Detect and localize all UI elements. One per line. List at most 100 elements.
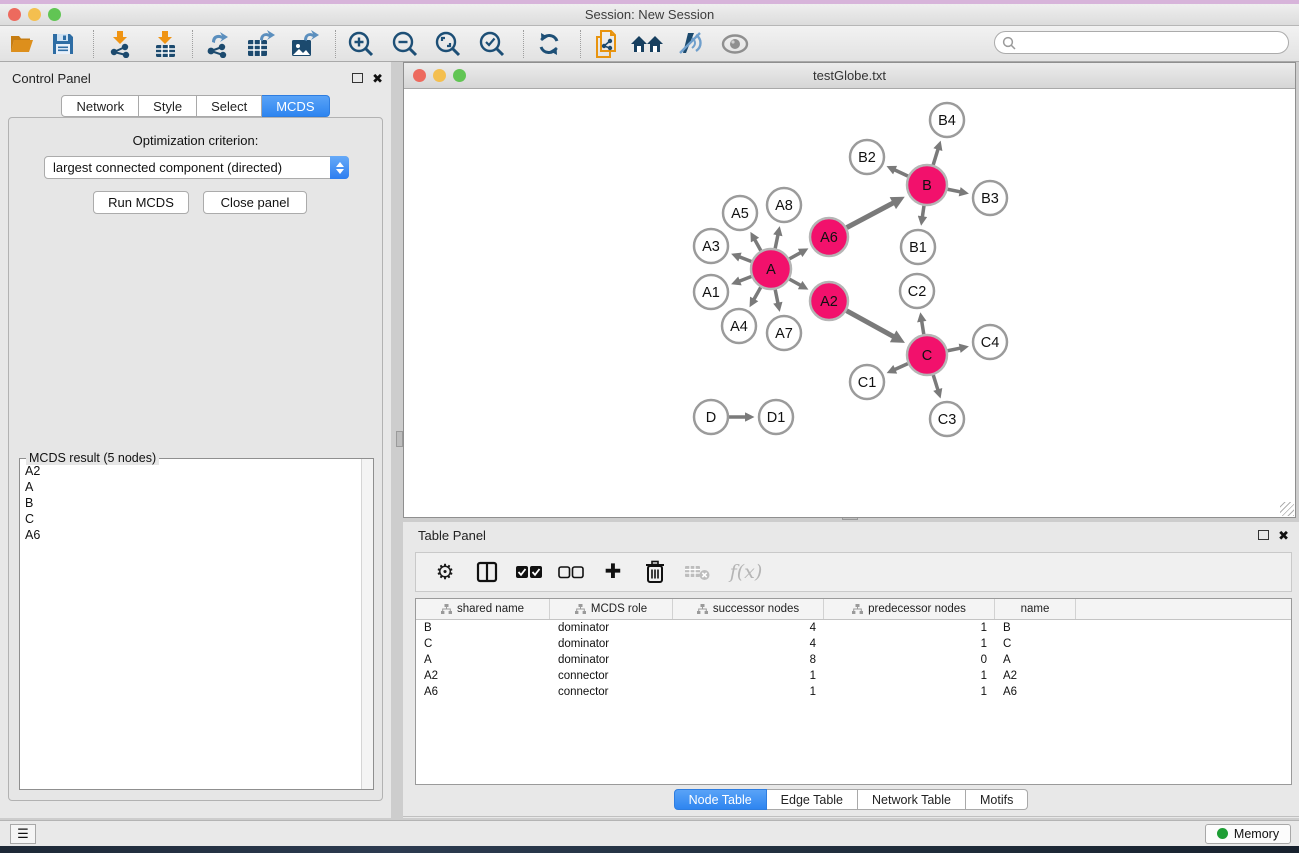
result-item[interactable]: C (25, 511, 360, 527)
home-icon[interactable] (628, 28, 666, 60)
graph-edge-B-B4[interactable] (933, 149, 938, 165)
column-header-successor-nodes[interactable]: successor nodes (673, 599, 824, 619)
graph-edge-A-A4[interactable] (754, 287, 761, 299)
refresh-icon[interactable] (530, 28, 568, 60)
import-table-icon[interactable] (146, 28, 184, 60)
table-panel-header: Table Panel ✖ (403, 524, 1299, 546)
function-builder-icon[interactable]: f(x) (726, 559, 766, 585)
graph-edge-A-A7[interactable] (775, 290, 778, 304)
deselect-all-icon[interactable] (558, 559, 584, 585)
graph-node-label: A6 (820, 230, 838, 246)
show-columns-icon[interactable] (474, 559, 500, 585)
zoom-fit-icon[interactable] (429, 28, 467, 60)
result-item[interactable]: A6 (25, 527, 360, 543)
close-panel-button[interactable]: Close panel (203, 191, 307, 214)
column-header-shared-name[interactable]: shared name (416, 599, 550, 619)
export-network-icon[interactable] (199, 28, 237, 60)
status-bar: ☰ Memory (0, 820, 1299, 846)
table-toolbar: ⚙ ✚ f(x) (415, 552, 1292, 592)
graph-edge-B-B3[interactable] (948, 189, 961, 192)
mcds-result-list[interactable]: A2ABCA6 (21, 463, 360, 788)
tab-select[interactable]: Select (197, 95, 262, 117)
import-network-icon[interactable] (101, 28, 139, 60)
result-scrollbar[interactable] (361, 459, 373, 789)
graph-edge-A-A2[interactable] (789, 279, 800, 285)
open-session-icon[interactable] (4, 28, 42, 60)
graph-edge-C-C1[interactable] (895, 364, 908, 370)
tab-mcds[interactable]: MCDS (262, 95, 329, 117)
tab-motifs[interactable]: Motifs (966, 789, 1028, 810)
table-cell-predecessor-nodes: 1 (824, 670, 995, 682)
app-titlebar: Session: New Session (0, 4, 1299, 26)
graph-edge-A6-B[interactable] (847, 203, 894, 228)
zoom-in-icon[interactable] (342, 28, 380, 60)
graph-node-label: C2 (908, 284, 927, 300)
export-image-icon[interactable] (286, 28, 324, 60)
criterion-dropdown[interactable]: largest connected component (directed) (44, 156, 349, 179)
vertical-splitter-handle[interactable] (396, 431, 403, 447)
column-tree-icon (852, 604, 863, 614)
zoom-out-icon[interactable] (386, 28, 424, 60)
desktop-background-strip (0, 846, 1299, 853)
show-hide-view-icon[interactable] (716, 28, 754, 60)
zoom-selected-icon[interactable] (473, 28, 511, 60)
graph-edge-C-C4[interactable] (948, 348, 961, 351)
table-row[interactable]: A6connector11A6 (416, 684, 1291, 700)
table-row[interactable]: A2connector11A2 (416, 668, 1291, 684)
tab-edge-table[interactable]: Edge Table (767, 789, 858, 810)
column-header-name[interactable]: name (995, 599, 1076, 619)
graph-edge-C-C3[interactable] (933, 375, 938, 390)
task-history-button[interactable]: ☰ (10, 824, 36, 844)
table-cell-successor-nodes: 1 (673, 670, 824, 682)
table-row[interactable]: Adominator80A (416, 652, 1291, 668)
table-cell-mcds-role: connector (550, 670, 673, 682)
result-item[interactable]: A2 (25, 463, 360, 479)
tab-node-table[interactable]: Node Table (674, 789, 767, 810)
graph-edge-A-A6[interactable] (789, 253, 800, 259)
float-table-panel-icon[interactable] (1258, 530, 1269, 540)
result-item[interactable]: B (25, 495, 360, 511)
graph-edge-A-A8[interactable] (775, 235, 778, 249)
graph-edge-C-C2[interactable] (922, 321, 924, 334)
table-row[interactable]: Cdominator41C (416, 636, 1291, 652)
table-cell-name: B (995, 622, 1076, 634)
table-cell-mcds-role: dominator (550, 622, 673, 634)
export-table-icon[interactable] (242, 28, 280, 60)
close-panel-icon[interactable]: ✖ (372, 72, 383, 85)
run-mcds-button[interactable]: Run MCDS (93, 191, 189, 214)
create-column-icon[interactable]: ✚ (600, 559, 626, 585)
network-window-titlebar: testGlobe.txt (404, 63, 1295, 89)
graph-edge-A-A3[interactable] (739, 257, 751, 262)
table-row[interactable]: Bdominator41B (416, 620, 1291, 636)
result-item[interactable]: A (25, 479, 360, 495)
delete-table-icon[interactable] (684, 559, 710, 585)
graph-edge-A2-C[interactable] (847, 311, 894, 337)
network-view-window: testGlobe.txt AA1A2A3A4A5A6A7A8BB1B2B3B4… (403, 62, 1296, 518)
graph-node-label: D1 (767, 410, 786, 426)
window-resize-grip[interactable] (1280, 502, 1294, 516)
graph-edge-B-B2[interactable] (895, 170, 908, 176)
column-header-mcds-role[interactable]: MCDS role (550, 599, 673, 619)
network-canvas[interactable]: AA1A2A3A4A5A6A7A8BB1B2B3B4CC1C2C3C4DD1 (404, 89, 1295, 517)
delete-columns-icon[interactable] (642, 559, 668, 585)
column-tree-icon (575, 604, 586, 614)
column-header-predecessor-nodes[interactable]: predecessor nodes (824, 599, 995, 619)
search-field[interactable] (994, 31, 1289, 54)
select-all-icon[interactable] (516, 559, 542, 585)
graph-edge-A-A5[interactable] (755, 240, 761, 251)
graph-edge-A-A1[interactable] (739, 277, 751, 282)
save-session-icon[interactable] (44, 28, 82, 60)
table-cell-shared-name: A6 (416, 686, 550, 698)
float-panel-icon[interactable] (352, 73, 363, 83)
hide-graphics-details-icon[interactable] (671, 28, 709, 60)
close-table-panel-icon[interactable]: ✖ (1278, 529, 1289, 542)
tab-style[interactable]: Style (139, 95, 197, 117)
tab-network[interactable]: Network (61, 95, 139, 117)
search-input[interactable] (1020, 34, 1288, 52)
table-settings-icon[interactable]: ⚙ (432, 559, 458, 585)
memory-button[interactable]: Memory (1205, 824, 1291, 844)
tab-network-table[interactable]: Network Table (858, 789, 966, 810)
network-snapshot-icon[interactable] (588, 28, 626, 60)
table-cell-mcds-role: dominator (550, 654, 673, 666)
graph-edge-B-B1[interactable] (922, 206, 924, 217)
